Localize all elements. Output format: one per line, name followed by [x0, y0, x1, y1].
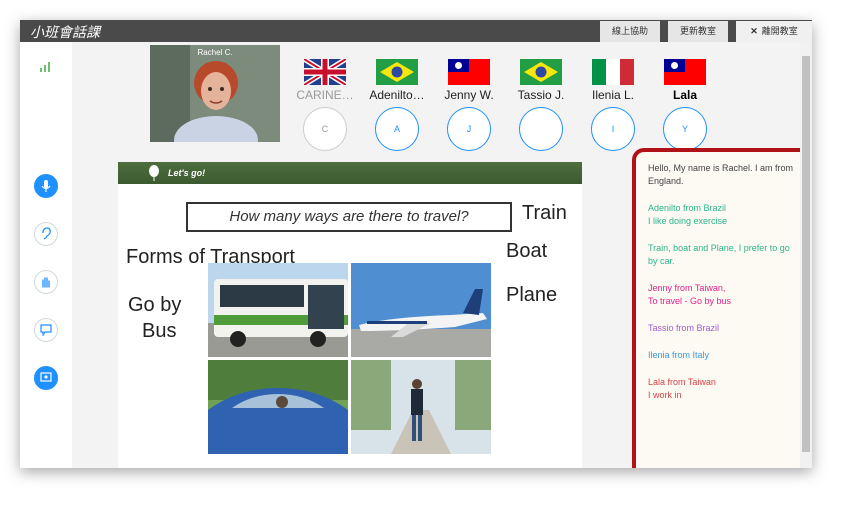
sidebar: i: [20, 42, 72, 468]
chat-message: Hello, My name is Rachel. I am from Engla…: [648, 162, 800, 188]
app-title: 小班會話課: [30, 25, 100, 41]
participant-card: Ilenia L. I: [578, 42, 648, 152]
taiwan-flag-icon: [448, 59, 490, 85]
scrollbar-thumb[interactable]: [802, 56, 810, 452]
participant-card: CARINE… C: [290, 42, 360, 152]
slide-header-text: Let's go!: [168, 168, 206, 178]
participant-card: Lala Y: [650, 42, 720, 152]
participant-card: Tassio J.: [506, 42, 576, 152]
taiwan-flag-icon: [664, 59, 706, 85]
microphone-icon: [41, 180, 51, 192]
top-bar: 小班會話課 線上協助 更新教室 ✕ 離開教室: [20, 20, 812, 42]
chat-message-line: by car.: [648, 256, 675, 266]
participant-name: Lala: [672, 88, 697, 102]
chat-bubble-icon: [40, 324, 52, 336]
question-box: How many ways are there to travel?: [186, 202, 512, 232]
train-label: Train: [522, 202, 567, 224]
participant-name: Tassio J.: [517, 88, 565, 102]
participant-avatar[interactable]: J: [447, 107, 491, 151]
signal-icon: [40, 62, 50, 72]
bus-photo: [208, 263, 348, 357]
chat-message-line: Adenilto from Brazil: [648, 203, 727, 213]
teacher-name: Rachel C.: [197, 48, 233, 57]
participant-avatar[interactable]: A: [375, 107, 419, 151]
participant-avatar[interactable]: C: [303, 107, 347, 151]
brazil-flag-icon: [376, 59, 418, 85]
walking-photo: [351, 360, 491, 454]
lesson-slide: Let's go! How many ways are there to tra…: [118, 162, 582, 468]
participant-card: Adenilto… A: [362, 42, 432, 152]
bus-label: Bus: [142, 320, 177, 342]
chat-message-line: I work in: [648, 390, 682, 400]
main-area: Rachel C. CARINE… C Adenilto… A Jenny W.…: [72, 42, 812, 468]
plane-label: Plane: [506, 284, 558, 306]
help-button[interactable]: 線上協助: [600, 21, 660, 42]
participant-avatar[interactable]: I: [591, 107, 635, 151]
teacher-portrait-image: [150, 45, 280, 142]
chat-message-list: Hello, My name is Rachel. I am from Engla…: [648, 162, 800, 402]
chat-message-line: Hello, My name is Rachel. I am from: [648, 163, 794, 173]
leave-classroom-button[interactable]: ✕ 離開教室: [736, 21, 812, 42]
participant-name: Jenny W.: [444, 88, 494, 102]
hand-icon: [42, 277, 50, 288]
chat-message-line: Tassio from Brazil: [648, 323, 720, 333]
car-photo: [208, 360, 348, 454]
participant-name: Ilenia L.: [591, 88, 635, 102]
participant-avatar[interactable]: [519, 107, 563, 151]
chat-message: Train, boat and Plane, I prefer to go by …: [648, 242, 800, 268]
chat-panel: Hello, My name is Rachel. I am from Engla…: [632, 148, 812, 468]
boat-label: Boat: [506, 240, 548, 262]
ear-icon: [42, 227, 51, 240]
teacher-video: Rachel C.: [150, 45, 280, 142]
screen-icon: [40, 372, 52, 382]
plane-photo: [351, 263, 491, 357]
participant-avatar[interactable]: Y: [663, 107, 707, 151]
chat-message-line: England.: [648, 176, 684, 186]
close-icon: ✕: [750, 26, 758, 36]
microphone-button[interactable]: [34, 174, 58, 198]
participant-card: Jenny W. J: [434, 42, 504, 152]
slide-header: Let's go!: [118, 162, 582, 184]
screen-share-button[interactable]: [34, 366, 58, 390]
chat-message: Lala from Taiwan I work in: [648, 376, 800, 402]
leave-classroom-label: 離開教室: [761, 26, 798, 36]
chat-message-line: To travel - Go by bus: [648, 296, 732, 306]
brazil-flag-icon: [520, 59, 562, 85]
italy-flag-icon: [592, 59, 634, 85]
raise-hand-button[interactable]: [34, 270, 58, 294]
participant-name: CARINE…: [296, 88, 354, 102]
chat-message-line: I like doing exercise: [648, 216, 728, 226]
chat-button[interactable]: [34, 318, 58, 342]
chat-message-line: Jenny from Taiwan,: [648, 283, 726, 293]
chat-message-line: Lala from Taiwan: [648, 377, 716, 387]
chat-message-line: Train, boat and Plane, I prefer to go: [648, 243, 790, 253]
chat-message: Tassio from Brazil: [648, 322, 800, 335]
chat-message: Jenny from Taiwan, To travel - Go by bus: [648, 282, 800, 308]
chat-message: Ilenia from Italy: [648, 349, 800, 362]
go-by-label: Go by: [128, 294, 182, 316]
participant-name: Adenilto…: [369, 88, 425, 102]
uk-flag-icon: [304, 59, 346, 85]
scrollbar[interactable]: [800, 42, 812, 468]
hearing-button[interactable]: [34, 222, 58, 246]
chat-message-line: Ilenia from Italy: [648, 350, 710, 360]
chat-message: Adenilto from Brazil I like doing exercis…: [648, 202, 800, 228]
classroom-window: 小班會話課 線上協助 更新教室 ✕離開教室 i: [20, 20, 812, 468]
balloon-icon: [149, 165, 159, 181]
refresh-classroom-button[interactable]: 更新教室: [668, 21, 728, 42]
